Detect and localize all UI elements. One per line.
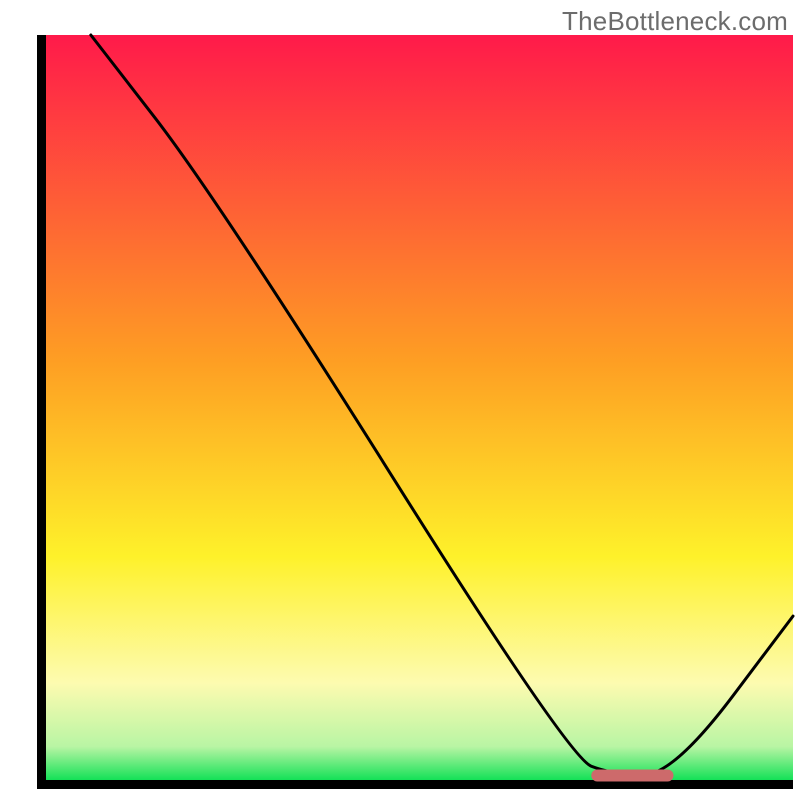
chart-stage: TheBottleneck.com	[0, 0, 800, 800]
axis-left	[37, 35, 46, 789]
highlight-segment	[591, 770, 673, 782]
chart-svg	[0, 0, 800, 800]
plot-gradient	[46, 35, 793, 780]
axis-bottom	[37, 780, 793, 789]
watermark-label: TheBottleneck.com	[562, 6, 788, 37]
